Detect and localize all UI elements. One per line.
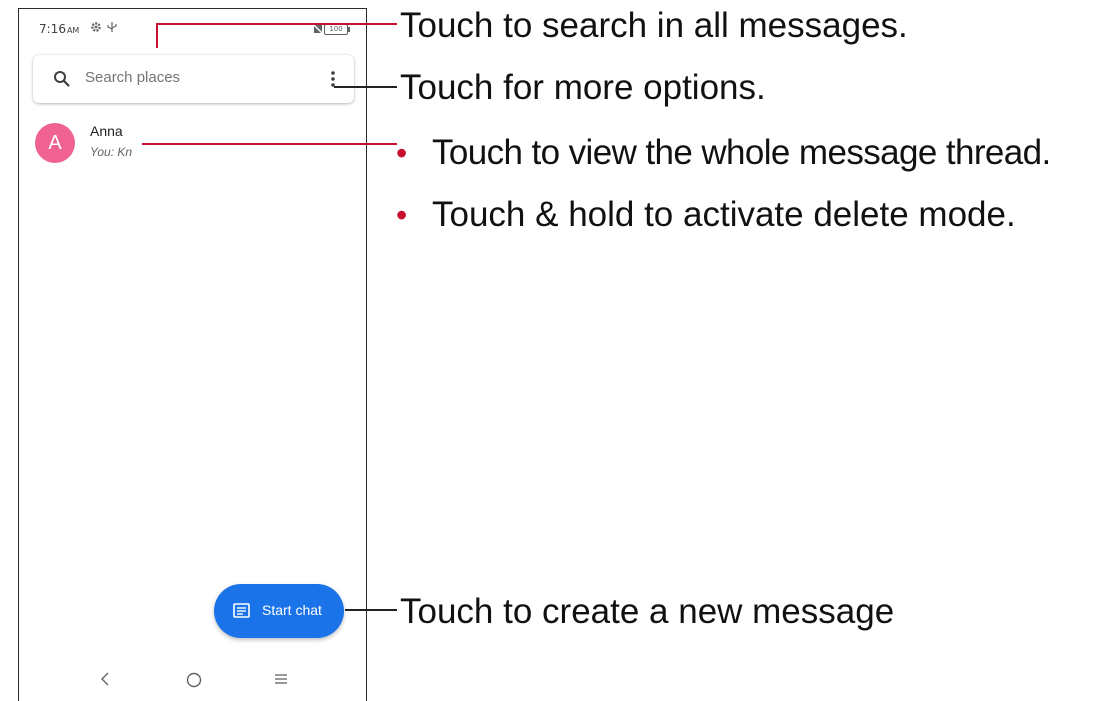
bullet-icon: • [396, 197, 408, 233]
status-time-ampm: AM [66, 26, 80, 35]
status-time: 7:16AM [39, 22, 79, 36]
phone-screen: 7:16AM 100 Search places A Anna You: Kn … [18, 8, 367, 701]
options-callout-line [334, 86, 397, 88]
navigation-bar [19, 661, 366, 701]
avatar: A [35, 123, 75, 163]
search-icon[interactable] [53, 70, 71, 88]
back-icon[interactable] [99, 671, 111, 687]
manual-page: 7:16AM 100 Search places A Anna You: Kn … [0, 0, 1095, 701]
recents-menu-icon[interactable] [273, 672, 289, 686]
thread-view-callout-text: Touch to view the whole message thread. [432, 133, 1051, 172]
start-chat-button[interactable]: Start chat [214, 584, 344, 638]
search-callout-horizontal-line [156, 23, 397, 25]
search-callout-vertical-line [156, 23, 158, 48]
thread-delete-callout-text: Touch & hold to activate delete mode. [432, 195, 1016, 234]
start-chat-label: Start chat [262, 602, 322, 618]
settings-gear-icon [91, 22, 101, 32]
conversation-snippet: You: Kn [90, 145, 133, 159]
bullet-icon: • [396, 135, 408, 171]
search-bar[interactable] [33, 55, 354, 103]
message-icon [233, 603, 250, 618]
status-time-value: 7:16 [39, 22, 66, 36]
options-callout-text: Touch for more options. [400, 68, 766, 107]
battery-indicator: 100 [324, 24, 350, 35]
home-icon[interactable] [185, 671, 203, 689]
conversation-item[interactable]: A Anna You: Kn [19, 117, 366, 173]
status-bar: 7:16AM 100 [19, 9, 366, 49]
search-callout-text: Touch to search in all messages. [400, 6, 908, 45]
new-message-callout-line [345, 609, 397, 611]
conversation-name: Anna [90, 123, 123, 139]
new-message-callout-text: Touch to create a new message [400, 592, 895, 631]
conversation-callout-line [142, 143, 397, 145]
search-input[interactable] [85, 69, 285, 86]
usb-icon [107, 22, 117, 32]
